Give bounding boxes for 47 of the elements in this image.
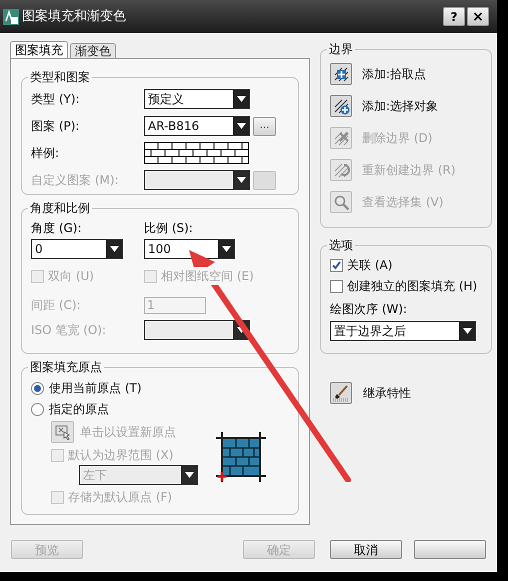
group-title: 图案填充原点	[29, 359, 103, 376]
group-title: 类型和图案	[29, 69, 91, 86]
radio-button[interactable]	[31, 382, 44, 394]
group-title: 边界	[328, 41, 354, 58]
group-title: 角度和比例	[29, 200, 91, 217]
field-label: 自定义图案 (M):	[31, 172, 120, 189]
checkbox[interactable]	[330, 280, 343, 292]
app-icon	[3, 8, 19, 24]
field-label: 绘图次序 (W):	[330, 301, 408, 318]
radio-label: 使用当前原点 (T)	[49, 380, 142, 397]
field-label: 样例:	[31, 145, 60, 162]
checkbox-label: 默认为边界范围 (X)	[68, 446, 174, 464]
dropdown[interactable]: 预定义	[144, 89, 250, 109]
group-title: 选项	[328, 237, 354, 254]
radio-button[interactable]	[31, 402, 44, 416]
scale-dropdown[interactable]: 100	[144, 239, 235, 259]
inherit-properties-button[interactable]: 继承特性	[330, 382, 492, 404]
checkbox-label: 存储为默认原点 (F)	[68, 488, 172, 506]
angle-dropdown[interactable]: 0	[31, 239, 123, 259]
dialog-button[interactable]	[414, 540, 486, 559]
checkbox-label: 双向 (U)	[48, 267, 94, 285]
field-label: ISO 笔宽 (O):	[31, 322, 108, 339]
draw-order-dropdown[interactable]: 置于边界之后	[330, 321, 476, 341]
cursor-icon	[54, 424, 70, 440]
origin-preview-drawing	[216, 432, 266, 482]
close-button[interactable]: ×	[467, 7, 489, 26]
dropdown[interactable]: AR-B816	[144, 116, 250, 136]
checkbox-label: 创建独立的图案填充 (H)	[347, 277, 478, 295]
boundary-button[interactable]: 添加:选择对象	[330, 94, 482, 118]
tab[interactable]: 图案填充	[10, 41, 68, 58]
field-label: 图案 (P):	[31, 118, 80, 135]
field-label: 角度 (G):	[31, 220, 83, 237]
checkbox[interactable]	[330, 258, 343, 272]
button-label: 单击以设置新原点	[80, 424, 176, 441]
field-label: 比例 (S):	[144, 220, 194, 237]
checkbox-label: 关联 (A)	[347, 256, 392, 274]
brush-icon	[332, 384, 350, 402]
tab[interactable]: 渐变色	[70, 43, 116, 58]
field-label: 间距 (C):	[31, 297, 82, 314]
dialog-button[interactable]: 取消	[330, 540, 402, 559]
boundary-button[interactable]: 添加:拾取点	[330, 62, 482, 86]
help-button[interactable]: ?	[443, 7, 465, 26]
checkbox-label: 相对图纸空间 (E)	[161, 267, 254, 285]
window-title: 图案填充和渐变色	[22, 8, 126, 26]
browse-button[interactable]: ...	[253, 116, 276, 136]
radio-label: 指定的原点	[49, 401, 109, 418]
field-label: 类型 (Y):	[31, 91, 81, 108]
